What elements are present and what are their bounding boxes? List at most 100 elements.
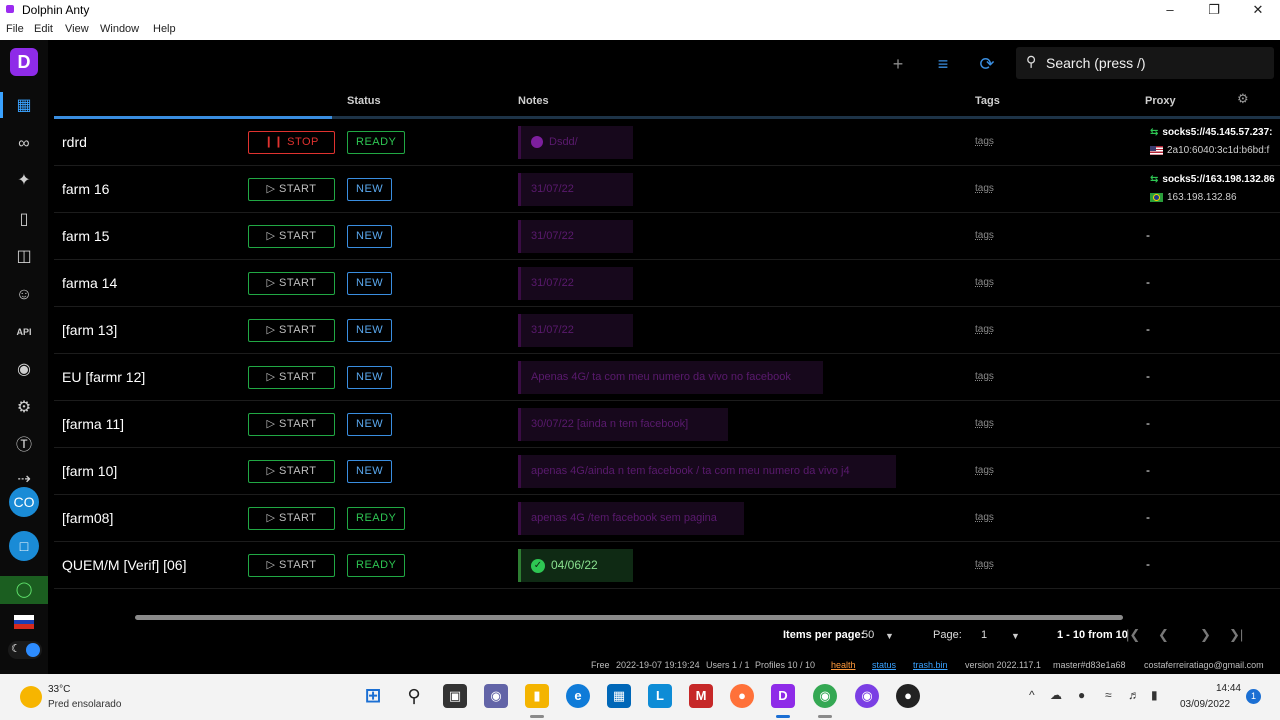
refresh-icon[interactable]: ⟳ xyxy=(975,52,999,76)
dolphin-logo[interactable]: D xyxy=(10,48,38,76)
table-row[interactable]: EU [farmr 12] ▷ START NEW Apenas 4G/ ta com… xyxy=(54,354,1280,401)
profile-name[interactable]: farm 16 xyxy=(62,181,109,197)
close-icon[interactable]: ✕ xyxy=(1236,1,1280,19)
wifi-icon[interactable]: ≈ xyxy=(1105,688,1112,702)
menu-window[interactable]: Window xyxy=(100,23,139,35)
settings-icon[interactable]: ⚙ xyxy=(12,396,36,420)
dolphin-taskbar-icon[interactable]: D xyxy=(771,684,795,708)
billing-icon[interactable]: Ⓣ xyxy=(12,434,36,458)
profile-name[interactable]: QUEM/M [Verif] [06] xyxy=(62,557,186,573)
language-flag-icon[interactable] xyxy=(14,615,34,629)
table-row[interactable]: farm 15 ▷ START NEW 31/07/22 tags - xyxy=(54,213,1280,260)
api-icon[interactable]: API xyxy=(12,320,36,344)
chrome-icon[interactable]: ◉ xyxy=(813,684,837,708)
chat-teams-icon[interactable]: ◉ xyxy=(484,684,508,708)
tags-link[interactable]: tags xyxy=(975,277,994,288)
tags-link[interactable]: tags xyxy=(975,136,994,147)
profile-note[interactable]: apenas 4G /tem facebook sem pagina xyxy=(518,502,745,535)
profile-note[interactable]: apenas 4G/ainda n tem facebook / ta com … xyxy=(518,455,896,488)
status-badge[interactable]: NEW xyxy=(347,319,393,342)
items-per-page-select[interactable]: 50 xyxy=(862,629,874,641)
store-icon[interactable]: ▦ xyxy=(607,684,631,708)
last-page-icon[interactable]: ❯| xyxy=(1229,627,1243,643)
chevron-down-icon[interactable]: ▼ xyxy=(885,631,894,641)
trash-link[interactable]: trash.bin xyxy=(913,660,948,670)
table-row[interactable]: farm 16 ▷ START NEW 31/07/22 tags ⇆ socks5://1… xyxy=(54,166,1280,213)
column-status[interactable]: Status xyxy=(347,95,381,107)
minimize-icon[interactable]: – xyxy=(1148,1,1192,19)
next-page-icon[interactable]: ❯ xyxy=(1200,627,1211,643)
status-badge[interactable]: NEW xyxy=(347,460,393,483)
browser-icon[interactable]: ◉ xyxy=(855,684,879,708)
column-tags[interactable]: Tags xyxy=(975,95,1000,107)
start-button[interactable]: ▷ START xyxy=(248,413,335,436)
maximize-icon[interactable]: ❐ xyxy=(1192,1,1236,19)
profile-note[interactable]: 31/07/22 xyxy=(518,267,633,300)
profile-name[interactable]: [farma 11] xyxy=(62,416,124,432)
profile-note[interactable]: ✓ 04/06/22 xyxy=(518,549,633,582)
start-button[interactable]: ▷ START xyxy=(248,507,335,530)
table-row[interactable]: farma 14 ▷ START NEW 31/07/22 tags - xyxy=(54,260,1280,307)
table-row[interactable]: [farm08] ▷ START READY apenas 4G /tem faceb… xyxy=(54,495,1280,542)
start-button[interactable]: ▷ START xyxy=(248,319,335,342)
menu-file[interactable]: File xyxy=(6,23,24,35)
status-badge[interactable]: READY xyxy=(347,507,406,530)
obs-icon[interactable]: ● xyxy=(896,684,920,708)
table-row[interactable]: rdrd ❙❙ STOP READY Dsdd/tags ⇆ socks5://45.14… xyxy=(54,119,1280,166)
chevron-down-icon[interactable]: ▼ xyxy=(1011,631,1020,641)
chat-icon[interactable]: □ xyxy=(9,531,39,561)
status-link[interactable]: status xyxy=(872,660,896,670)
profile-note[interactable]: 30/07/22 [ainda n tem facebook] xyxy=(518,408,728,441)
menu-edit[interactable]: Edit xyxy=(34,23,53,35)
profile-name[interactable]: [farm 13] xyxy=(62,322,117,338)
menu-view[interactable]: View xyxy=(65,23,89,35)
tags-link[interactable]: tags xyxy=(975,371,994,382)
automation-icon[interactable]: ✦ xyxy=(12,169,36,193)
tags-link[interactable]: tags xyxy=(975,183,994,194)
profile-note[interactable]: Apenas 4G/ ta com meu numero da vivo no … xyxy=(518,361,823,394)
firefox-icon[interactable]: ● xyxy=(730,684,754,708)
task-view-icon[interactable]: ▣ xyxy=(443,684,467,708)
start-button[interactable]: ▷ START xyxy=(248,178,335,201)
tray-chevron-icon[interactable]: ^ xyxy=(1029,688,1035,702)
proxy-address[interactable]: ⇆ socks5://45.145.57.237: xyxy=(1150,127,1280,138)
notification-badge[interactable]: 1 xyxy=(1246,689,1261,704)
menu-help[interactable]: Help xyxy=(153,23,176,35)
tags-link[interactable]: tags xyxy=(975,324,994,335)
battery-icon[interactable]: ▮ xyxy=(1151,688,1158,702)
status-badge[interactable]: NEW xyxy=(347,178,393,201)
theme-toggle[interactable]: ☾ xyxy=(8,641,42,659)
search-icon[interactable]: ⚲ xyxy=(402,684,426,708)
health-link[interactable]: health xyxy=(831,660,856,670)
start-button[interactable]: ▷ START xyxy=(248,225,335,248)
page-select[interactable]: 1 xyxy=(981,629,987,641)
profile-note[interactable]: 31/07/22 xyxy=(518,220,633,253)
tags-link[interactable]: tags xyxy=(975,512,994,523)
proxy-address[interactable]: ⇆ socks5://163.198.132.86 xyxy=(1150,174,1280,185)
first-page-icon[interactable]: |❮ xyxy=(1126,627,1140,643)
status-badge[interactable]: NEW xyxy=(347,413,393,436)
status-badge[interactable]: NEW xyxy=(347,272,393,295)
clock-date[interactable]: 03/09/2022 xyxy=(1180,699,1230,710)
table-row[interactable]: [farm 10] ▷ START NEW apenas 4G/ainda n tem… xyxy=(54,448,1280,495)
add-profile-icon[interactable]: + xyxy=(886,52,910,76)
l-app-icon[interactable]: L xyxy=(648,684,672,708)
start-button[interactable]: ▷ START xyxy=(248,554,335,577)
column-proxy[interactable]: Proxy xyxy=(1145,95,1176,107)
column-settings-icon[interactable]: ⚙ xyxy=(1237,91,1249,107)
column-notes[interactable]: Notes xyxy=(518,95,549,107)
status-badge[interactable]: NEW xyxy=(347,225,393,248)
avatar[interactable]: CO xyxy=(9,487,39,517)
browser-profiles-icon[interactable]: ▦ xyxy=(12,94,36,118)
start-button[interactable]: ▷ START xyxy=(248,460,335,483)
weather-sun-icon[interactable] xyxy=(20,686,42,708)
start-button[interactable]: ▷ START xyxy=(248,272,335,295)
microphone-icon[interactable]: ● xyxy=(1078,688,1085,702)
profile-note[interactable]: 31/07/22 xyxy=(518,314,633,347)
extensions-icon[interactable]: ◫ xyxy=(12,245,36,269)
users-icon[interactable]: ☺ xyxy=(12,283,36,307)
lightbulb-icon[interactable]: ◯ xyxy=(0,576,48,604)
prev-page-icon[interactable]: ❮ xyxy=(1158,627,1169,643)
tags-link[interactable]: tags xyxy=(975,418,994,429)
search-input[interactable] xyxy=(1046,53,1266,73)
